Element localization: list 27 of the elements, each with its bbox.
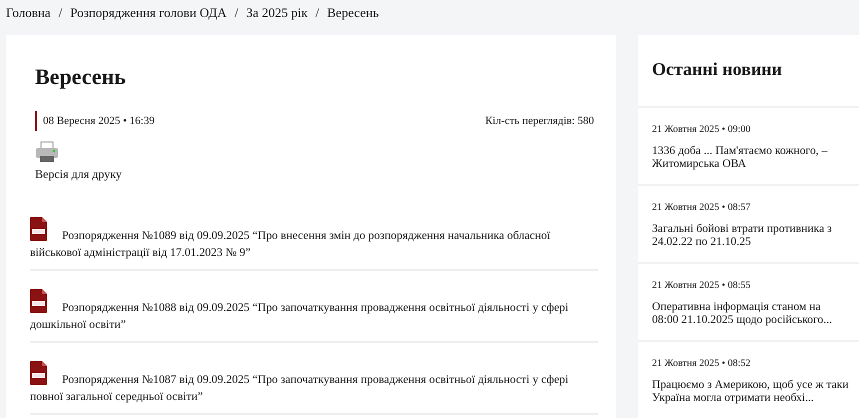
news-date: 21 Жовтня 2025 • 08:52 <box>652 358 752 369</box>
pdf-file-icon[interactable] <box>30 217 47 241</box>
news-link[interactable]: Оперативна інформація станом на 08:00 21.10.2025 щодо російського... <box>652 300 849 326</box>
news-date: 21 Жовтня 2025 • 08:57 <box>652 202 752 213</box>
news-date: 21 Жовтня 2025 • 09:00 <box>652 124 752 135</box>
printer-icon[interactable] <box>35 141 59 163</box>
page-title: Вересень <box>35 63 127 91</box>
sidebar-title: Останні новини <box>638 35 859 108</box>
breadcrumb-separator: / <box>316 5 320 21</box>
document-link[interactable]: Розпорядження №1089 від 09.09.2025 “Про внесення змін до розпорядження начальника обласної військової адміністрації від 17.01.2023 № 9” <box>30 227 598 261</box>
news-link[interactable]: Загальні бойові втрати противника з 24.02.22 по 21.10.25 <box>652 222 849 248</box>
news-link[interactable]: Працюємо з Америкою, щоб усе ж таки Україна могла отримати необхі... <box>652 378 849 404</box>
breadcrumb-link[interactable]: Розпорядження голови ОДА <box>70 5 227 21</box>
document-link[interactable]: Розпорядження №1087 від 09.09.2025 “Про започаткування провадження освітньої діяльності у сфері повної загальної середньої освіти” <box>30 371 598 405</box>
breadcrumb-link[interactable]: За 2025 рік <box>246 5 308 21</box>
breadcrumb-separator: / <box>58 5 62 21</box>
news-date: 21 Жовтня 2025 • 08:55 <box>652 280 752 291</box>
pdf-file-icon[interactable] <box>30 289 47 313</box>
print-version-link[interactable]: Версія для друку <box>35 167 122 182</box>
pdf-file-icon[interactable] <box>30 361 47 385</box>
view-count: Кіл-сть переглядів: 580 <box>485 115 594 127</box>
publish-date: 08 Вересня 2025 • 16:39 <box>35 111 155 131</box>
document-link[interactable]: Розпорядження №1088 від 09.09.2025 “Про започаткування провадження освітньої діяльності у сфері дошкільної освіти” <box>30 299 598 333</box>
breadcrumb-separator: / <box>234 5 238 21</box>
news-link[interactable]: 1336 доба ... Пам'ятаємо кожного, – Житомирська ОВА <box>652 144 849 170</box>
breadcrumb-link[interactable]: Головна <box>6 5 51 21</box>
breadcrumb-link[interactable]: Вересень <box>327 5 379 21</box>
